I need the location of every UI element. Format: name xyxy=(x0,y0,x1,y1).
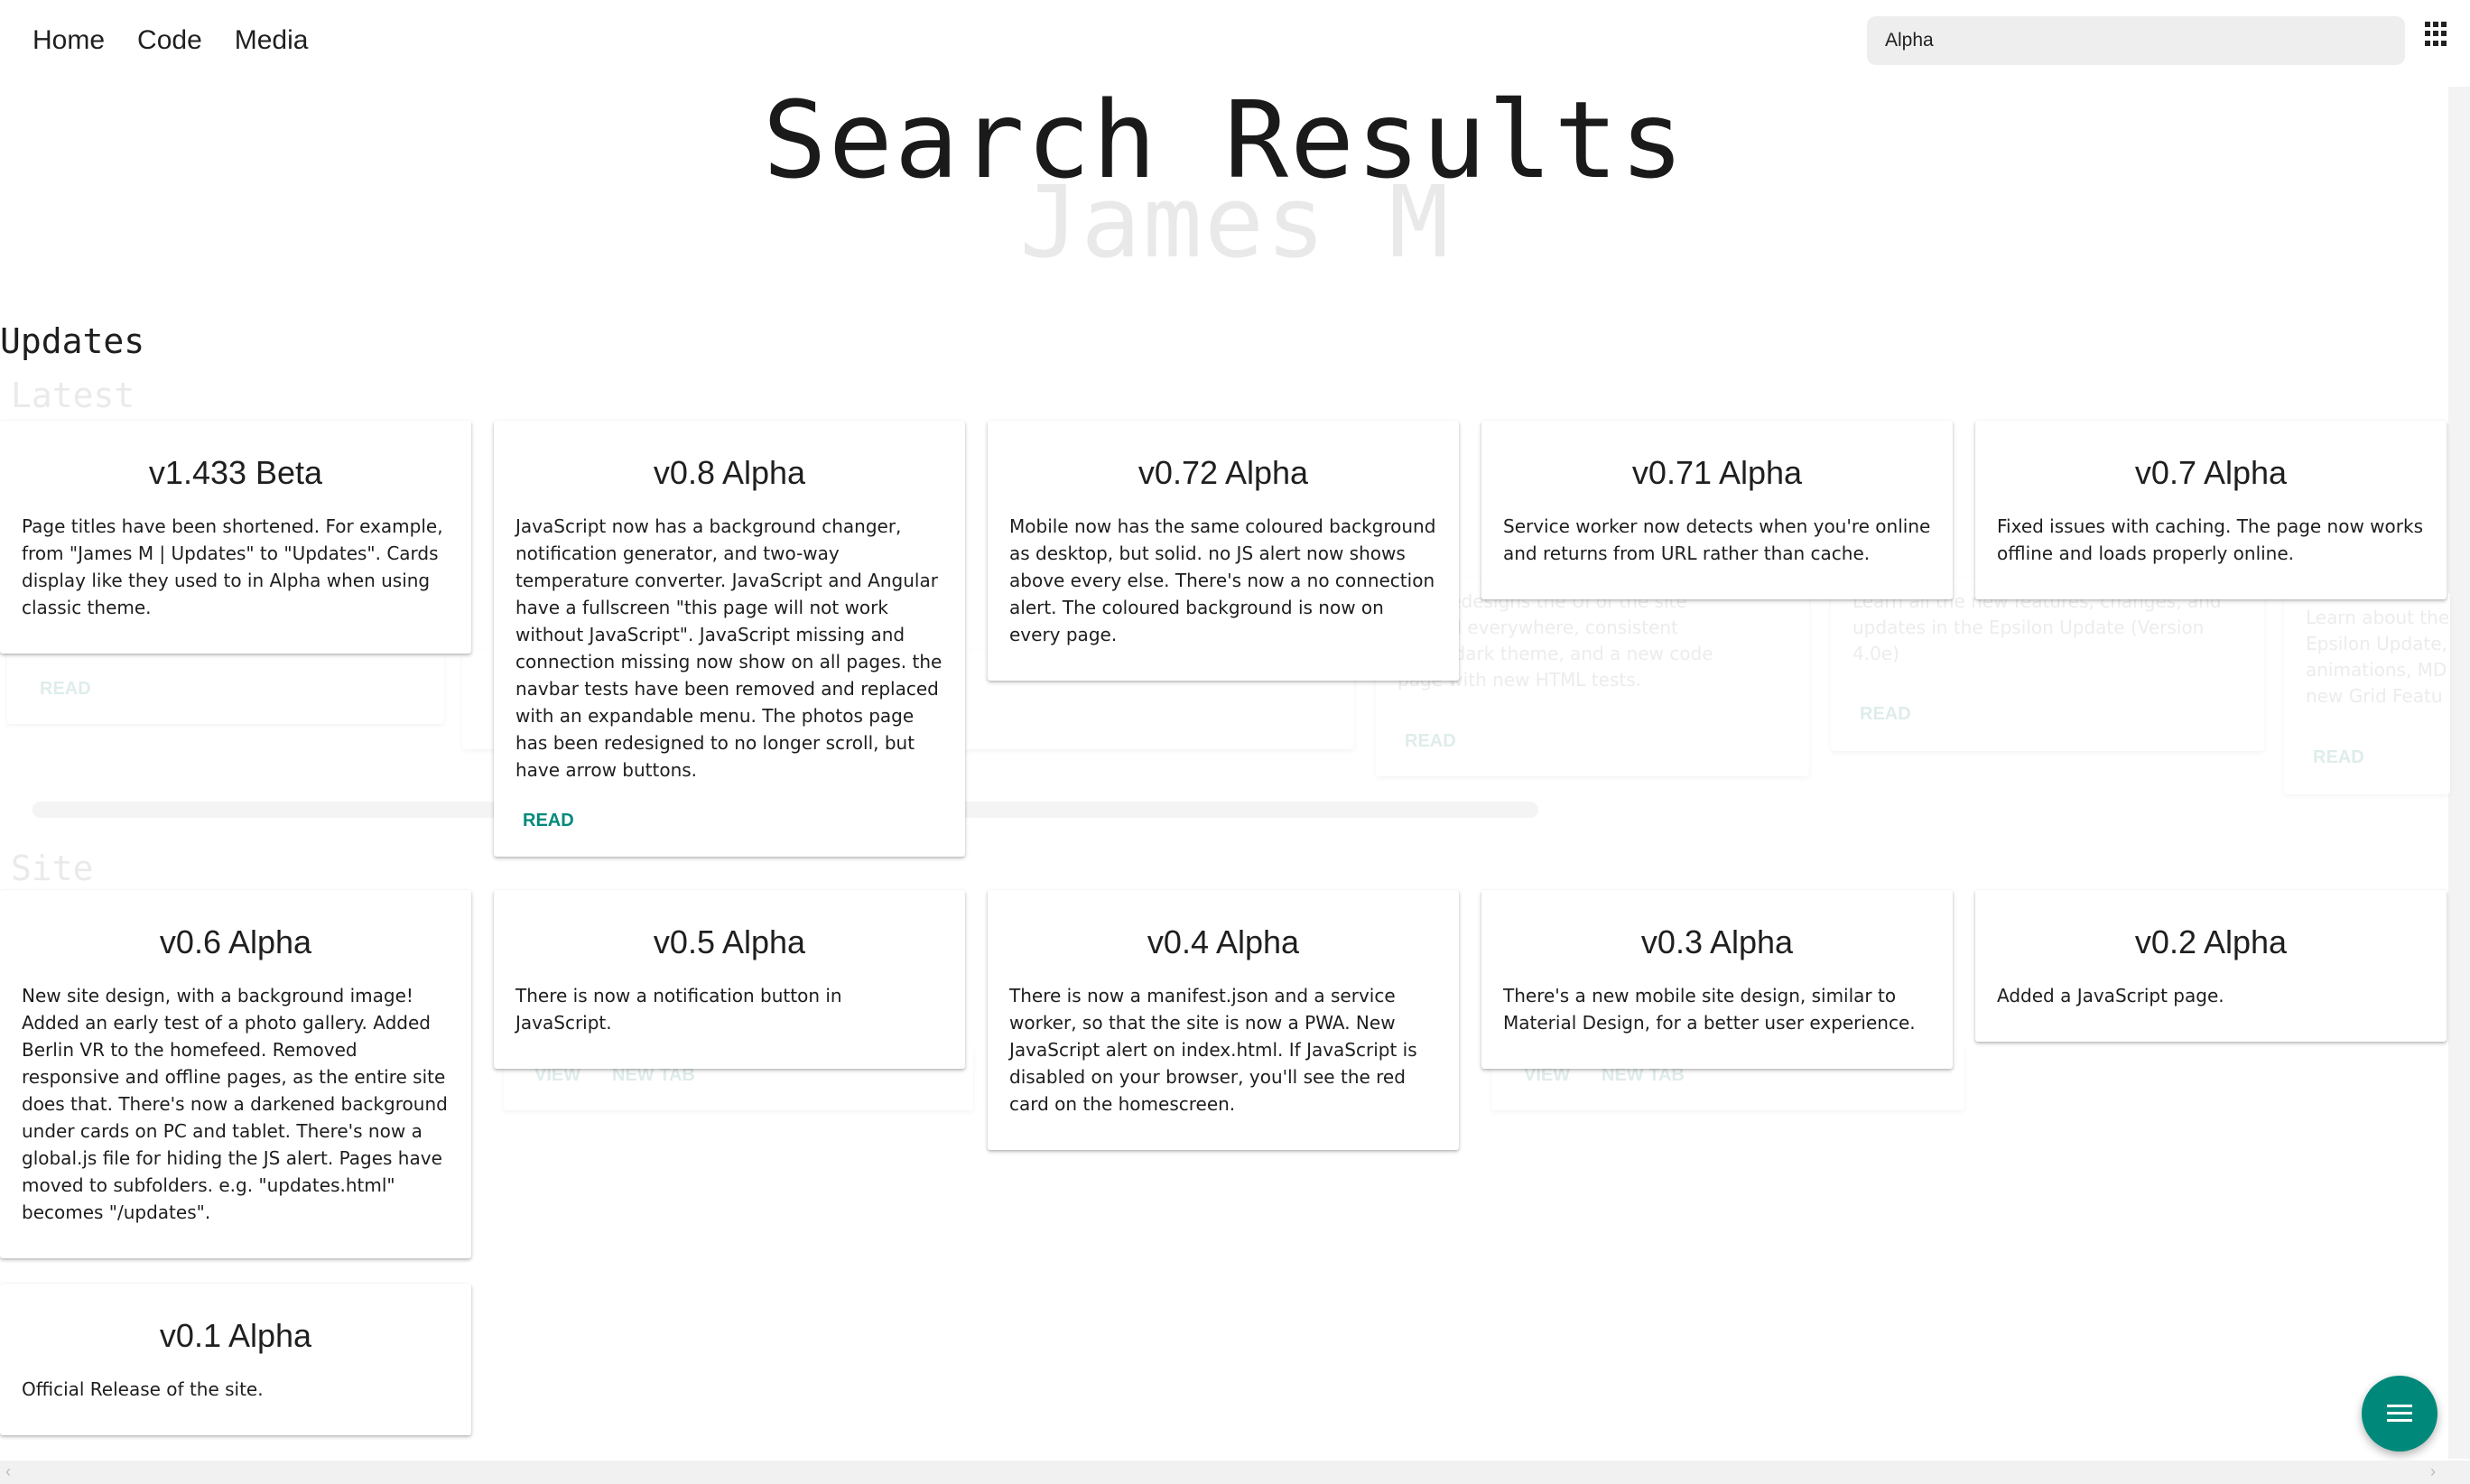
card-title: v0.72 Alpha xyxy=(1138,454,1309,491)
card-body: There's a new mobile site design, simila… xyxy=(1503,985,1916,1034)
card-title: v0.7 Alpha xyxy=(2134,454,2288,491)
page-title: Search Results xyxy=(762,78,1686,202)
background-text: 4.0e) xyxy=(1852,643,1899,664)
card-body: Service worker now detects when you're o… xyxy=(1503,515,1931,564)
apps-grid-icon[interactable] xyxy=(2425,22,2450,47)
card-body: Mobile now has the same coloured backgro… xyxy=(1009,515,1436,645)
site-heading: Site xyxy=(11,849,94,888)
background-text: animations, MD xyxy=(2306,659,2447,681)
card-body: Added a JavaScript page. xyxy=(1997,985,2224,1006)
scroll-right-arrow-icon[interactable]: › xyxy=(2430,1462,2436,1481)
card-body: There is now a manifest.json and a servi… xyxy=(1009,985,1417,1115)
update-card: v0.5 Alpha There is now a notification b… xyxy=(494,890,965,1069)
nav-media-link[interactable]: Media xyxy=(235,25,309,56)
background-read-link: READ xyxy=(1860,704,1911,724)
card-title: v0.8 Alpha xyxy=(653,454,806,491)
menu-icon-line xyxy=(2387,1419,2412,1422)
update-card: v0.6 Alpha New site design, with a backg… xyxy=(0,890,471,1258)
card-title: v0.2 Alpha xyxy=(2134,923,2288,960)
update-card: v0.8 Alpha JavaScript now has a backgrou… xyxy=(494,421,965,857)
card-body: JavaScript now has a background changer,… xyxy=(515,515,942,781)
nav-home-link[interactable]: Home xyxy=(32,25,105,56)
page-edge-shadow xyxy=(2448,87,2470,1459)
update-card: v0.72 Alpha Mobile now has the same colo… xyxy=(988,421,1459,681)
card-title: v0.1 Alpha xyxy=(159,1317,312,1354)
nav-links: Home Code Media xyxy=(32,25,308,56)
update-card: v0.4 Alpha There is now a manifest.json … xyxy=(988,890,1459,1150)
updates-heading: Updates xyxy=(0,321,145,361)
card-title: v0.71 Alpha xyxy=(1631,454,1803,491)
top-navbar: Home Code Media xyxy=(0,0,2470,87)
update-card: v0.7 Alpha Fixed issues with caching. Th… xyxy=(1975,421,2447,599)
horizontal-scrollbar[interactable] xyxy=(0,1461,2470,1484)
card-title: v0.5 Alpha xyxy=(653,923,806,960)
menu-icon-line xyxy=(2387,1412,2412,1414)
background-text: new Grid Featu xyxy=(2306,685,2443,707)
card-body: Official Release of the site. xyxy=(22,1378,264,1400)
background-text: Learn about the xyxy=(2306,607,2450,628)
scroll-left-arrow-icon[interactable]: ‹ xyxy=(5,1462,11,1481)
card-body: There is now a notification button in Ja… xyxy=(515,985,842,1034)
update-card: v0.2 Alpha Added a JavaScript page. xyxy=(1975,890,2447,1042)
background-text: updates in the Epsilon Update (Version xyxy=(1852,617,2205,638)
latest-heading: Latest xyxy=(11,376,135,415)
menu-icon-line xyxy=(2387,1405,2412,1407)
card-body: New site design, with a background image… xyxy=(22,985,448,1223)
background-read-link: READ xyxy=(1405,731,1456,751)
card-body: Fixed issues with caching. The page now … xyxy=(1997,515,2424,564)
card-title: v1.433 Beta xyxy=(148,454,323,491)
card-title: v0.3 Alpha xyxy=(1640,923,1794,960)
search-input[interactable] xyxy=(1867,16,2405,65)
card-title: v0.4 Alpha xyxy=(1147,923,1300,960)
update-card: v0.71 Alpha Service worker now detects w… xyxy=(1481,421,1953,599)
read-button[interactable]: READ xyxy=(494,811,965,857)
background-read-link: READ xyxy=(40,679,91,699)
nav-code-link[interactable]: Code xyxy=(137,25,202,56)
update-card: v0.1 Alpha Official Release of the site. xyxy=(0,1284,471,1435)
background-read-link: READ xyxy=(2313,747,2364,767)
background-text: Epsilon Update, xyxy=(2306,633,2447,654)
card-title: v0.6 Alpha xyxy=(159,923,312,960)
update-card: v0.3 Alpha There's a new mobile site des… xyxy=(1481,890,1953,1069)
card-body: Page titles have been shortened. For exa… xyxy=(22,515,443,618)
update-card: v1.433 Beta Page titles have been shorte… xyxy=(0,421,471,654)
menu-fab-button[interactable] xyxy=(2362,1376,2438,1452)
